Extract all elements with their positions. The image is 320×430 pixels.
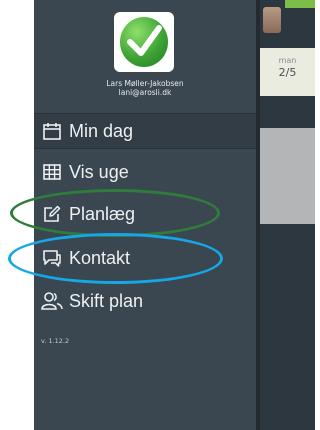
checkmark-icon <box>127 25 162 56</box>
nav-label-skift-plan: Skift plan <box>69 290 144 311</box>
sidebar: Lars Møller-Jakobsen lani@arosli.dk Min … <box>34 0 256 430</box>
calendar-green-strip <box>285 0 315 8</box>
nav-item-kontakt[interactable]: Kontakt <box>34 241 256 275</box>
nav-label-kontakt: Kontakt <box>69 247 131 268</box>
edit-icon <box>41 203 63 225</box>
user-email: lani@arosli.dk <box>118 88 172 97</box>
nav-item-vis-uge[interactable]: Vis uge <box>34 155 256 189</box>
nav-label-planlaeg: Planlæg <box>69 203 136 224</box>
profile-section: Lars Møller-Jakobsen lani@arosli.dk <box>34 8 256 110</box>
chat-icon <box>41 247 63 269</box>
calendar-slot[interactable] <box>260 96 315 128</box>
calendar-panel: man 2/5 <box>260 0 315 430</box>
user-name: Lars Møller-Jakobsen <box>106 79 184 88</box>
users-icon <box>41 290 63 312</box>
app-logo <box>114 12 174 72</box>
nav-item-min-dag[interactable]: Min dag <box>34 113 256 149</box>
nav-label-vis-uge: Vis uge <box>69 161 129 182</box>
day-date: 2/5 <box>278 66 297 79</box>
nav-item-planlaeg[interactable]: Planlæg <box>34 197 256 231</box>
day-name: man <box>278 56 297 65</box>
calendar-slot-highlighted[interactable] <box>260 128 315 224</box>
app-version: v. 1.12.2 <box>41 337 70 345</box>
calendar-icon <box>41 120 63 142</box>
nav-item-skift-plan[interactable]: Skift plan <box>34 284 256 318</box>
grid-icon <box>41 161 63 183</box>
nav-label-min-dag: Min dag <box>69 120 134 141</box>
person-avatar[interactable] <box>263 7 281 33</box>
